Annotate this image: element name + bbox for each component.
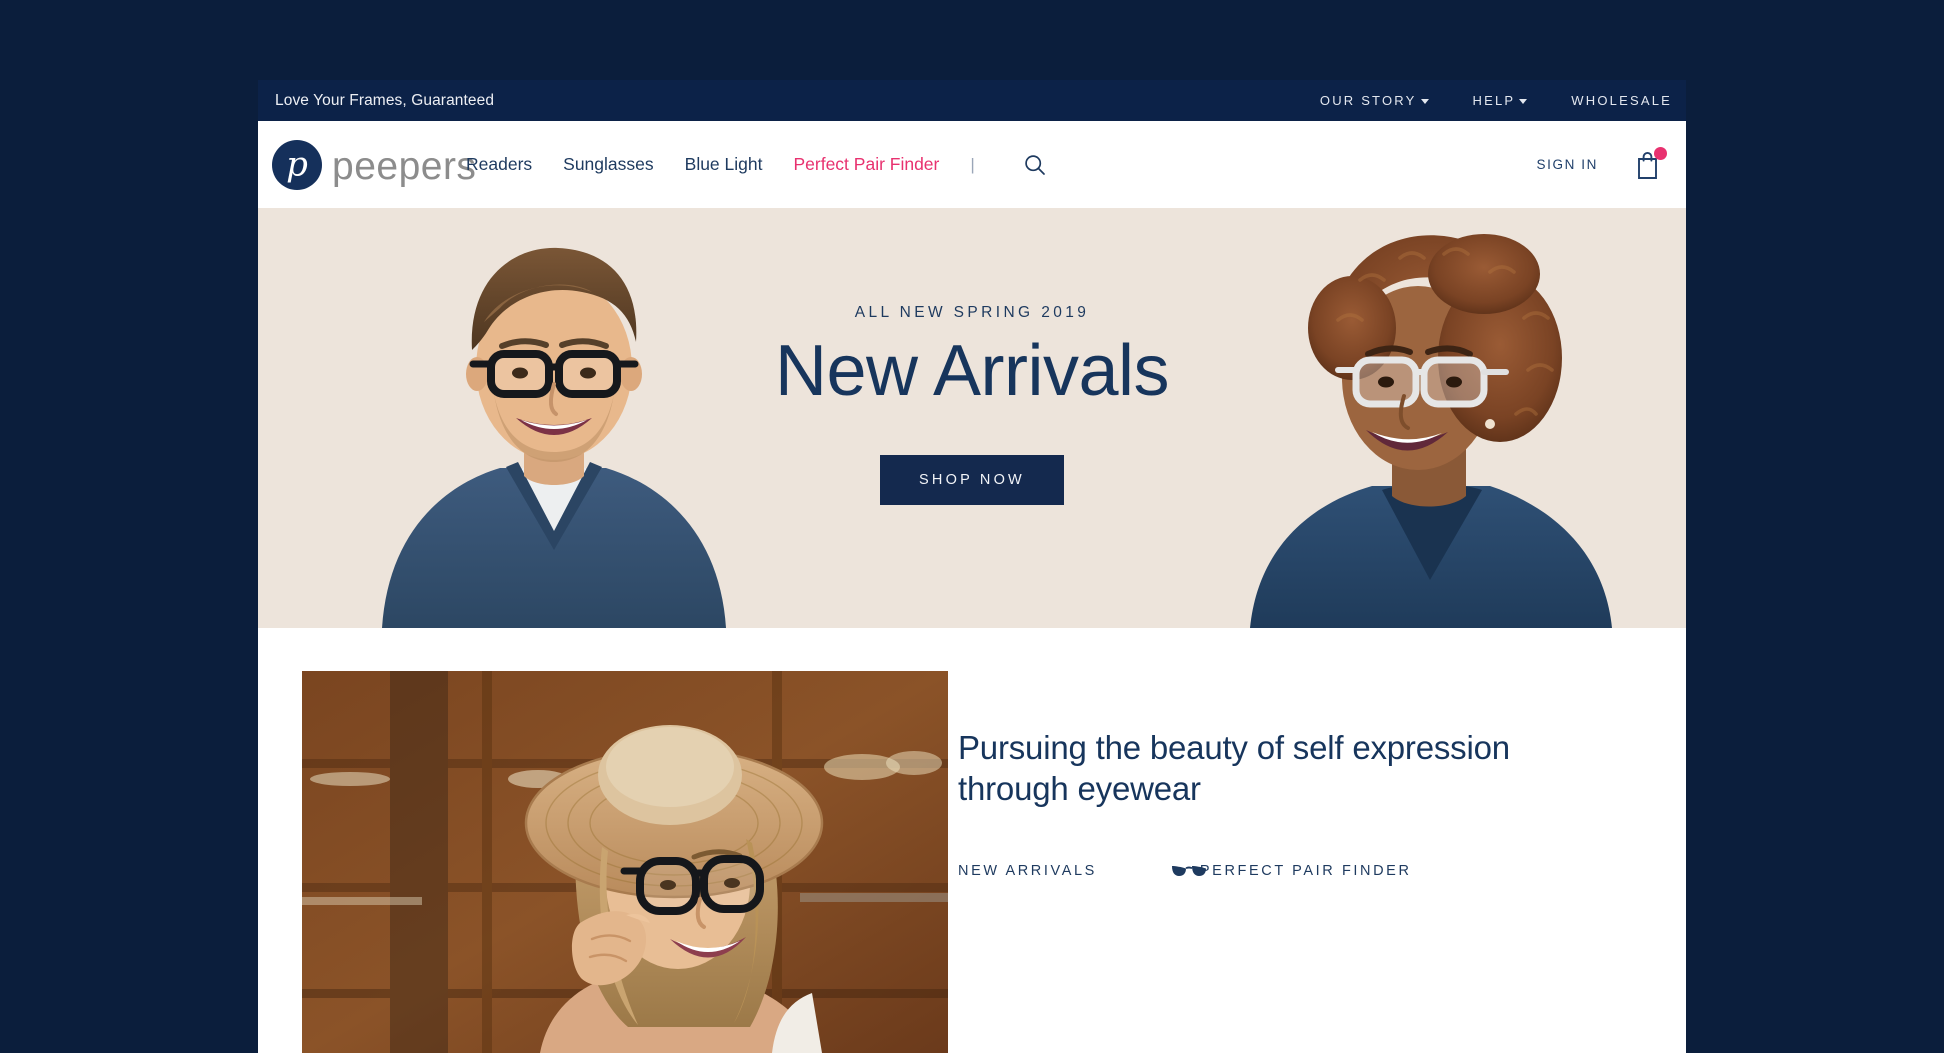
chevron-down-icon	[1519, 99, 1528, 104]
promo-message: Love Your Frames, Guaranteed	[275, 91, 495, 109]
story-links: NEW ARRIVALS PERFECT PAIR FINDER	[958, 861, 1518, 881]
top-link-help[interactable]: HELP	[1473, 93, 1528, 108]
page-root: Love Your Frames, Guaranteed OUR STORY H…	[0, 0, 1944, 1053]
chevron-down-icon	[1420, 99, 1429, 104]
logo-mark-letter: p	[286, 143, 308, 184]
story-heading: Pursuing the beauty of self expression t…	[958, 729, 1510, 807]
logo-wordmark: peepers	[332, 145, 477, 188]
website-frame: Love Your Frames, Guaranteed OUR STORY H…	[258, 80, 1686, 1053]
nav-item-readers[interactable]: Readers	[466, 154, 532, 175]
story-link-new-arrivals-label: NEW ARRIVALS	[958, 862, 1097, 879]
story-link-perfect-pair-finder[interactable]: PERFECT PAIR FINDER	[1169, 861, 1412, 881]
story-section: Pursuing the beauty of self expression t…	[258, 628, 1686, 1053]
shopping-bag-icon[interactable]	[1634, 146, 1667, 182]
primary-navigation: Readers Sunglasses Blue Light Perfect Pa…	[466, 152, 1048, 178]
top-link-our-story-label: OUR STORY	[1319, 93, 1417, 108]
sign-in-link[interactable]: SIGN IN	[1537, 157, 1598, 172]
top-link-wholesale-label: WHOLESALE	[1571, 93, 1672, 108]
peepers-logo[interactable]: p peepers	[272, 139, 477, 190]
shop-now-button[interactable]: SHOP NOW	[880, 454, 1064, 505]
hero-title: New Arrivals	[774, 331, 1170, 411]
top-link-wholesale[interactable]: WHOLESALE	[1571, 93, 1672, 108]
nav-item-blue-light[interactable]: Blue Light	[685, 154, 763, 175]
top-link-our-story[interactable]: OUR STORY	[1320, 93, 1429, 108]
story-image	[302, 671, 948, 1053]
nav-item-perfect-pair-finder[interactable]: Perfect Pair Finder	[793, 154, 939, 175]
story-text-block: Pursuing the beauty of self expression t…	[958, 728, 1518, 881]
nav-separator: |	[970, 154, 975, 174]
logo-mark-icon: p	[272, 139, 322, 190]
eyeglasses-icon	[1169, 862, 1209, 882]
hero-content: ALL NEW SPRING 2019 New Arrivals SHOP NO…	[652, 304, 1292, 505]
nav-item-sunglasses[interactable]: Sunglasses	[563, 154, 653, 175]
search-icon[interactable]	[1022, 152, 1048, 178]
header-account-area: SIGN IN	[1537, 146, 1667, 182]
story-link-perfect-pair-finder-label: PERFECT PAIR FINDER	[1199, 862, 1412, 879]
cart-count-badge	[1654, 146, 1667, 160]
top-utility-bar: Love Your Frames, Guaranteed OUR STORY H…	[258, 80, 1686, 121]
hero-photo-right	[1250, 234, 1612, 628]
hero-banner: ALL NEW SPRING 2019 New Arrivals SHOP NO…	[258, 208, 1686, 628]
story-link-new-arrivals[interactable]: NEW ARRIVALS	[958, 863, 1097, 879]
hero-eyebrow: ALL NEW SPRING 2019	[854, 304, 1090, 321]
top-link-help-label: HELP	[1472, 93, 1516, 108]
top-utility-links: OUR STORY HELP WHOLESALE	[1320, 80, 1672, 121]
site-header: p peepers Readers Sunglasses Blue Light …	[258, 121, 1686, 208]
